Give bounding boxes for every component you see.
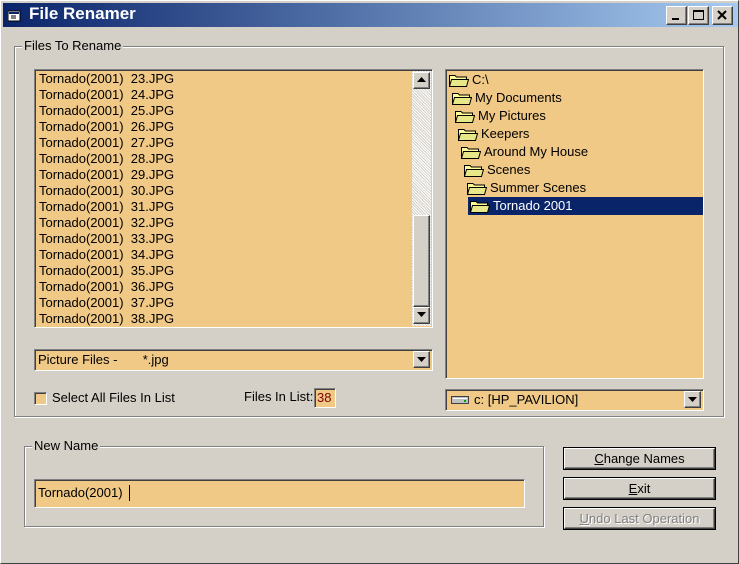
scroll-up-button[interactable] — [413, 72, 430, 89]
directory-item[interactable]: Tornado 2001 — [469, 197, 703, 218]
file-list-item[interactable]: Tornado(2001) 34.JPG — [39, 247, 174, 263]
select-all-checkbox[interactable] — [34, 392, 47, 405]
app-window-icon — [7, 8, 22, 22]
scroll-thumb[interactable] — [413, 215, 430, 307]
file-list-item[interactable]: Tornado(2001) 36.JPG — [39, 279, 174, 295]
file-type-dropdown-button[interactable] — [413, 351, 430, 368]
drive-dropdown-button[interactable] — [684, 391, 701, 408]
new-name-value: Tornado(2001) — [38, 485, 127, 500]
file-renamer-window: File Renamer Files To Rename Tornado(200… — [0, 0, 739, 564]
directory-label: Scenes — [487, 162, 531, 177]
files-in-list-count-box: 38 — [314, 388, 336, 408]
arrow-up-icon — [417, 77, 426, 82]
file-list-item[interactable]: Tornado(2001) 24.JPG — [39, 87, 174, 103]
file-list[interactable]: Tornado(2001) 23.JPG Tornado(2001) 24.JPG… — [34, 69, 433, 328]
arrow-down-icon — [417, 357, 426, 362]
hard-drive-icon — [451, 396, 469, 404]
file-list-item[interactable]: Tornado(2001) 31.JPG — [39, 199, 174, 215]
scroll-down-button[interactable] — [413, 307, 430, 324]
directory-item[interactable]: Scenes — [463, 161, 703, 179]
directory-item[interactable]: Keepers — [457, 125, 703, 143]
title-bar[interactable]: File Renamer — [3, 3, 738, 27]
files-in-list-label: Files In List: — [244, 389, 314, 404]
directory-item[interactable]: Around My House — [460, 143, 703, 161]
directory-label: Tornado 2001 — [493, 198, 573, 213]
directory-label: Keepers — [481, 126, 530, 141]
drive-combo[interactable]: c: [HP_PAVILION] — [445, 389, 704, 411]
file-list-item[interactable]: Tornado(2001) 33.JPG — [39, 231, 174, 247]
file-list-item[interactable]: Tornado(2001) 23.JPG — [39, 71, 174, 87]
file-list-item[interactable]: Tornado(2001) 28.JPG — [39, 151, 174, 167]
directory-label: Summer Scenes — [490, 180, 587, 195]
text-caret — [129, 485, 130, 501]
file-list-scrollbar[interactable] — [412, 71, 431, 326]
close-icon — [717, 10, 727, 20]
maximize-button[interactable] — [688, 6, 709, 25]
directory-label: Around My House — [484, 144, 589, 159]
file-list-item[interactable]: Tornado(2001) 30.JPG — [39, 183, 174, 199]
directory-item[interactable]: Summer Scenes — [466, 179, 703, 197]
new-name-input[interactable]: Tornado(2001) — [34, 479, 525, 508]
minimize-button[interactable] — [666, 6, 687, 25]
directory-label: C:\ — [472, 72, 489, 87]
folder-icon — [469, 199, 491, 218]
file-list-item[interactable]: Tornado(2001) 32.JPG — [39, 215, 174, 231]
maximize-icon — [693, 10, 704, 20]
arrow-down-icon — [417, 312, 426, 317]
file-list-item[interactable]: Tornado(2001) 37.JPG — [39, 295, 174, 311]
arrow-down-icon — [688, 397, 697, 402]
file-list-item[interactable]: Tornado(2001) 26.JPG — [39, 119, 174, 135]
close-button[interactable] — [712, 6, 733, 25]
files-in-list-count: 38 — [317, 390, 332, 405]
directory-list[interactable]: C:\ My Documents My Pictures Keepers Around … — [445, 69, 704, 379]
exit-button[interactable]: Exit — [564, 478, 715, 499]
file-type-value: Picture Files - *.jpg — [38, 352, 169, 367]
new-name-label: New Name — [32, 438, 101, 454]
select-all-label[interactable]: Select All Files In List — [52, 390, 175, 405]
file-list-item[interactable]: Tornado(2001) 27.JPG — [39, 135, 174, 151]
directory-item[interactable]: My Pictures — [454, 107, 703, 125]
window-title: File Renamer — [29, 4, 136, 23]
directory-label: My Pictures — [478, 108, 546, 123]
undo-last-operation-button[interactable]: Undo Last Operation — [564, 508, 715, 529]
directory-item[interactable]: My Documents — [451, 89, 703, 107]
files-to-rename-label: Files To Rename — [22, 38, 124, 54]
directory-item[interactable]: C:\ — [448, 71, 703, 89]
file-list-item[interactable]: Tornado(2001) 38.JPG — [39, 311, 174, 327]
file-list-item[interactable]: Tornado(2001) 29.JPG — [39, 167, 174, 183]
change-names-button[interactable]: Change Names — [564, 448, 715, 469]
file-list-item[interactable]: Tornado(2001) 25.JPG — [39, 103, 174, 119]
directory-label: My Documents — [475, 90, 562, 105]
minimize-icon — [672, 18, 679, 20]
file-list-item[interactable]: Tornado(2001) 35.JPG — [39, 263, 174, 279]
file-type-combo[interactable]: Picture Files - *.jpg — [34, 349, 433, 371]
drive-value: c: [HP_PAVILION] — [474, 392, 579, 407]
